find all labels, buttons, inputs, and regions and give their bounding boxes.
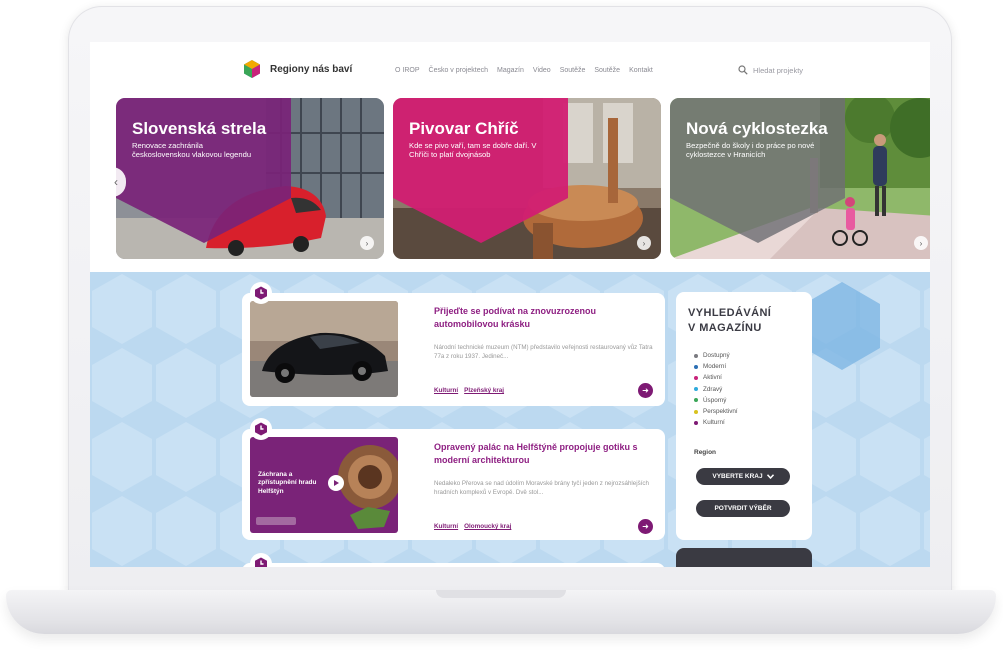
nav-item-o-irop[interactable]: O IROP: [395, 67, 420, 74]
logo-hexagon-icon: [244, 60, 260, 78]
category-dot-icon: [694, 364, 698, 369]
chevron-left-icon: ‹: [114, 175, 118, 189]
magazine-search-panel: VYHLEDÁVÁNÍ V MAGAZÍNU Dostupný Moderní …: [676, 292, 812, 540]
article-excerpt: Národní technické muzeum (NTM) představi…: [434, 344, 653, 361]
category-filter-list: Dostupný Moderní Aktivní Zdravý Úsporný …: [694, 350, 738, 428]
laptop-base: [6, 590, 996, 634]
tag-region[interactable]: Plzeňský kraj: [464, 387, 504, 394]
main-navigation: O IROP Česko v projektech Magazín Video …: [395, 67, 653, 74]
magazine-section: Přijeďte se podívat na znovuzrozenou aut…: [90, 272, 930, 567]
arrow-right-circle-icon[interactable]: ➜: [638, 519, 653, 534]
hero-subtitle: Kde se pivo vaří, tam se dobře daří. V C…: [409, 141, 537, 160]
article-card-tatra[interactable]: Přijeďte se podívat na znovuzrozenou aut…: [242, 293, 665, 406]
category-label: Moderní: [703, 363, 727, 371]
clock-badge-icon: [250, 282, 272, 304]
article-tags: Kulturní Plzeňský kraj: [434, 387, 504, 394]
category-label: Aktivní: [703, 374, 722, 382]
nav-item-cesko-v-projektech[interactable]: Česko v projektech: [429, 67, 489, 74]
arrow-right-icon[interactable]: ›: [360, 236, 374, 250]
region-select-label: VYBERTE KRAJ: [712, 473, 763, 480]
hero-title: Pivovar Chříč: [409, 119, 519, 138]
category-dot-icon: [694, 387, 698, 392]
panel-title-line-2: V MAGAZÍNU: [688, 321, 762, 334]
category-filter-perspektivni[interactable]: Perspektivní: [694, 406, 738, 417]
region-label: Region: [694, 449, 717, 456]
clock-badge-icon: [250, 418, 272, 440]
search-box[interactable]: Hledat projekty: [738, 65, 803, 75]
hero-card-nova-cyklostezka[interactable]: Nová cyklostezka Bezpečně do školy i do …: [670, 98, 930, 259]
category-filter-kulturni[interactable]: Kulturní: [694, 417, 738, 428]
clock-hexagon-icon: [255, 557, 267, 567]
article-image: [250, 301, 398, 397]
tag-region[interactable]: Olomoucký kraj: [464, 523, 511, 530]
category-dot-icon: [694, 353, 698, 358]
category-label: Dostupný: [703, 352, 730, 360]
clock-hexagon-icon: [255, 286, 267, 300]
hero-subtitle: Renovace zachránila československou vlak…: [132, 141, 252, 160]
hero-card-pivovar-chric[interactable]: Pivovar Chříč Kde se pivo vaří, tam se d…: [393, 98, 661, 259]
article-excerpt: Nedaleko Přerova se nad údolím Moravské …: [434, 480, 649, 497]
search-placeholder: Hledat projekty: [753, 65, 804, 75]
site-header: Regiony nás baví O IROP Česko v projekte…: [90, 42, 930, 94]
chevron-down-icon: [766, 474, 774, 479]
article-tags: Kulturní Olomoucký kraj: [434, 523, 511, 530]
article-photo-tatra-car: [250, 301, 398, 397]
confirm-selection-button[interactable]: POTVRDIT VÝBĚR: [696, 500, 790, 517]
category-filter-zdravy[interactable]: Zdravý: [694, 384, 738, 395]
article-card-helfstyn[interactable]: Záchrana a zpřístupnění hradu Helfštýn O…: [242, 429, 665, 540]
category-filter-moderni[interactable]: Moderní: [694, 361, 738, 372]
category-label: Kulturní: [703, 419, 725, 427]
category-label: Zdravý: [703, 385, 723, 393]
hero-subtitle: Bezpečně do školy i do práce po nové cyk…: [686, 141, 815, 160]
hero-card-slovenska-strela[interactable]: Slovenská strela Renovace zachránila čes…: [116, 98, 384, 259]
search-icon: [738, 65, 748, 75]
video-caption: Záchrana a zpřístupnění hradu Helfštýn: [258, 471, 317, 495]
tag-category[interactable]: Kulturní: [434, 387, 458, 394]
arrow-right-circle-icon[interactable]: ➜: [638, 383, 653, 398]
article-card-next[interactable]: [242, 563, 665, 567]
next-panel-peek: [676, 548, 812, 567]
category-label: Úsporný: [703, 396, 727, 404]
category-dot-icon: [694, 420, 698, 425]
nav-item-souteze[interactable]: Soutěže: [560, 67, 586, 74]
region-select[interactable]: VYBERTE KRAJ: [696, 468, 790, 485]
panel-title: VYHLEDÁVÁNÍ V MAGAZÍNU: [688, 306, 771, 336]
play-icon: [334, 480, 339, 486]
hero-title: Slovenská strela: [132, 119, 267, 138]
panel-title-line-1: VYHLEDÁVÁNÍ: [688, 307, 772, 319]
clock-hexagon-icon: [255, 422, 267, 436]
site-logo[interactable]: Regiony nás baví: [242, 59, 352, 79]
nav-item-souteze-2[interactable]: Soutěže: [594, 67, 620, 74]
browser-viewport: Regiony nás baví O IROP Česko v projekte…: [90, 42, 930, 567]
category-dot-icon: [694, 398, 698, 403]
tag-category[interactable]: Kulturní: [434, 523, 458, 530]
arrow-right-icon[interactable]: ›: [914, 236, 928, 250]
category-filter-dostupny[interactable]: Dostupný: [694, 350, 738, 361]
nav-item-video[interactable]: Video: [533, 67, 551, 74]
play-button[interactable]: [328, 475, 344, 491]
category-dot-icon: [694, 375, 698, 380]
category-filter-aktivni[interactable]: Aktivní: [694, 372, 738, 383]
article-title[interactable]: Opravený palác na Helfštýně propojuje go…: [434, 441, 656, 467]
nav-item-magazin[interactable]: Magazín: [497, 67, 524, 74]
category-label: Perspektivní: [703, 408, 738, 416]
article-video-thumbnail[interactable]: Záchrana a zpřístupnění hradu Helfštýn: [250, 437, 398, 533]
category-filter-usporny[interactable]: Úsporný: [694, 395, 738, 406]
arrow-right-icon[interactable]: ›: [637, 236, 651, 250]
laptop-notch: [436, 590, 566, 598]
nav-item-kontakt[interactable]: Kontakt: [629, 67, 653, 74]
article-title[interactable]: Přijeďte se podívat na znovuzrozenou aut…: [434, 305, 656, 331]
hero-title: Nová cyklostezka: [686, 119, 828, 138]
category-dot-icon: [694, 409, 698, 414]
logo-text: Regiony nás baví: [270, 63, 353, 75]
